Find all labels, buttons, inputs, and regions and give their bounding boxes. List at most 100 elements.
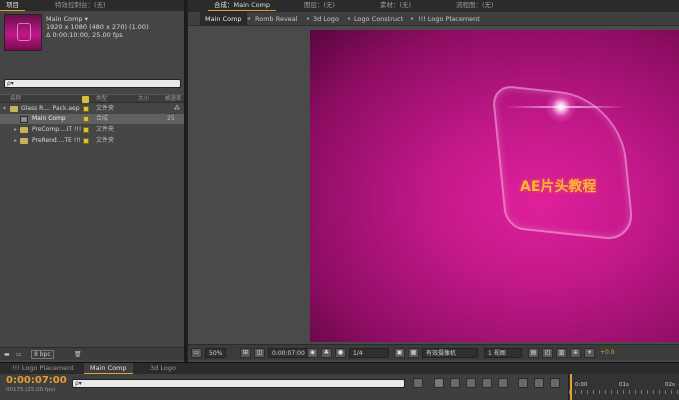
label-swatch[interactable]: [83, 106, 89, 112]
timeline-frame-rate: 00175 (25.00 fps): [6, 387, 56, 393]
tab-project[interactable]: 项目: [0, 0, 25, 11]
composition-panel-tabs: 合成：Main Comp 图层：(无) 素材：(无) 流程图：(无): [188, 0, 679, 12]
hide-shy-icon[interactable]: [466, 378, 476, 388]
row-type: 文件夹: [96, 137, 115, 144]
project-row[interactable]: Main Comp 合成 25: [0, 114, 184, 124]
flow-item-main-comp[interactable]: Main Comp: [200, 12, 247, 26]
composition-viewer[interactable]: AE片头教程: [188, 26, 679, 344]
comp-canvas[interactable]: AE片头教程: [310, 30, 679, 342]
folder-icon: [20, 138, 28, 144]
current-time-indicator[interactable]: [570, 374, 572, 400]
magnification-dropdown[interactable]: 50%: [205, 348, 227, 358]
fast-preview-icon[interactable]: ◰: [542, 348, 553, 358]
label-swatch[interactable]: [83, 138, 89, 144]
interpret-footage-icon[interactable]: ▬: [4, 350, 10, 359]
flow-arrow-icon: ◂: [247, 15, 251, 22]
flow-item-logo-placement[interactable]: !!! Logo Placement: [418, 12, 480, 26]
project-row[interactable]: ▸ PreComp....IT !!! 文件夹: [0, 125, 184, 135]
label-swatch[interactable]: [83, 116, 89, 122]
project-footer: ▬ ▭ 8 bpc 🗑: [0, 347, 184, 360]
viewer-footer: ▭ 50% ⊞ ◫ 0:00:07:00 ◉ ♣ ● 1/4 ▣ ▦ 有效摄像机…: [188, 344, 679, 360]
ruler-label: 0:00: [575, 382, 588, 388]
comp-mini-flowchart-icon[interactable]: [413, 378, 423, 388]
label-column-icon[interactable]: [82, 96, 89, 103]
tab-timeline-main-comp[interactable]: Main Comp: [84, 363, 133, 374]
row-name: Glass R.... Pack.aep: [21, 105, 80, 112]
new-folder-icon[interactable]: ▭: [16, 350, 22, 359]
exposure-value[interactable]: +0.0: [600, 348, 615, 358]
motion-blur-icon[interactable]: [498, 378, 508, 388]
live-update-icon[interactable]: [434, 378, 444, 388]
composition-icon: [20, 115, 28, 123]
composition-panel: 合成：Main Comp 图层：(无) 素材：(无) 流程图：(无) Main …: [188, 0, 679, 362]
auto-keyframe-icon[interactable]: [534, 378, 544, 388]
column-name[interactable]: 名称: [10, 95, 21, 104]
row-name: Main Comp: [32, 115, 66, 122]
column-type[interactable]: 类型: [96, 95, 107, 104]
lens-flare: [546, 92, 576, 122]
tab-footage[interactable]: 素材：(无): [374, 0, 417, 11]
exposure-reset-icon[interactable]: ☀: [584, 348, 595, 358]
folder-icon: [20, 127, 28, 133]
project-row[interactable]: ▸ PreRend....TE !!! 文件夹: [0, 136, 184, 146]
tab-timeline-3d-logo[interactable]: 3d Logo: [144, 363, 182, 374]
canvas-title-text: AE片头教程: [520, 179, 597, 195]
tab-layer[interactable]: 图层：(无): [298, 0, 341, 11]
camera-dropdown[interactable]: 有效摄像机: [422, 348, 478, 358]
toggle-pixel-icon[interactable]: ▤: [528, 348, 539, 358]
flowchart-icon[interactable]: ⊕: [570, 348, 581, 358]
row-fps: 25: [167, 115, 175, 122]
dependency-icon[interactable]: ⁂: [174, 104, 180, 114]
comp-name[interactable]: Main Comp ▾: [46, 15, 88, 23]
tab-flowchart[interactable]: 流程图：(无): [450, 0, 500, 11]
comp-thumbnail: [4, 14, 42, 51]
mask-visibility-icon[interactable]: ◫: [254, 348, 265, 358]
expand-triangle-icon[interactable]: ▸: [14, 125, 17, 135]
resolution-dropdown[interactable]: 1/4: [349, 348, 389, 358]
frame-blending-icon[interactable]: [482, 378, 492, 388]
tab-effect-controls[interactable]: 特效控制台：(无): [49, 0, 112, 11]
always-preview-icon[interactable]: ▭: [191, 348, 202, 358]
snapshot-icon[interactable]: ◉: [307, 348, 318, 358]
trash-icon[interactable]: 🗑: [74, 350, 82, 359]
graph-editor-icon[interactable]: [550, 378, 560, 388]
views-dropdown[interactable]: 1 视图: [484, 348, 522, 358]
folder-icon: [10, 106, 18, 112]
project-panel-tabs: 项目 特效控制台：(无): [0, 0, 184, 11]
flow-item-3d-logo[interactable]: 3d Logo: [313, 12, 339, 26]
flow-item-romb-reveal[interactable]: Romb Reveal: [255, 12, 298, 26]
tab-composition[interactable]: 合成：Main Comp: [208, 0, 277, 11]
flow-arrow-icon: ◂: [306, 15, 310, 22]
flow-arrow-icon: ◂: [347, 15, 351, 22]
draft-3d-icon[interactable]: [450, 378, 460, 388]
comp-size: 1920 x 1080 (480 x 270) (1.00): [46, 23, 149, 31]
show-snapshot-icon[interactable]: ♣: [321, 348, 332, 358]
row-type: 文件夹: [96, 126, 115, 133]
expand-triangle-icon[interactable]: ▾: [3, 104, 6, 114]
timeline-search-input[interactable]: ρ▾: [72, 379, 405, 388]
region-of-interest-icon[interactable]: ▣: [394, 348, 405, 358]
expand-triangle-icon[interactable]: ▸: [14, 136, 17, 146]
project-row[interactable]: ▾ Glass R.... Pack.aep 文件夹 ⁂: [0, 104, 184, 114]
brainstorm-icon[interactable]: [518, 378, 528, 388]
current-time-field[interactable]: 0:00:07:00: [268, 348, 309, 358]
timeline-timecode[interactable]: 0:00:07:00: [6, 375, 67, 386]
channel-icon[interactable]: ●: [335, 348, 346, 358]
bpc-button[interactable]: 8 bpc: [31, 350, 54, 359]
project-search-input[interactable]: ρ▾: [4, 79, 181, 88]
flow-arrow-icon: ◂: [410, 15, 414, 22]
row-name: PreComp....IT !!!: [32, 126, 82, 133]
ruler-label: 01s: [619, 382, 629, 388]
transparency-grid-icon[interactable]: ▦: [408, 348, 419, 358]
column-fps[interactable]: 帧速率: [165, 95, 182, 104]
label-swatch[interactable]: [83, 127, 89, 133]
timeline-icon[interactable]: ▥: [556, 348, 567, 358]
column-size[interactable]: 大小: [138, 95, 149, 104]
tab-timeline-logo-placement[interactable]: !!! Logo Placement: [6, 363, 80, 374]
row-name: PreRend....TE !!!: [32, 137, 81, 144]
safe-margins-icon[interactable]: ⊞: [240, 348, 251, 358]
ruler-label: 02s: [665, 382, 675, 388]
comp-navigator-bar: Main Comp ◂ Romb Reveal ◂ 3d Logo ◂ Logo…: [188, 12, 679, 26]
time-ruler[interactable]: 0:00 01s 02s: [568, 374, 679, 400]
flow-item-logo-construct[interactable]: Logo Construct: [354, 12, 403, 26]
